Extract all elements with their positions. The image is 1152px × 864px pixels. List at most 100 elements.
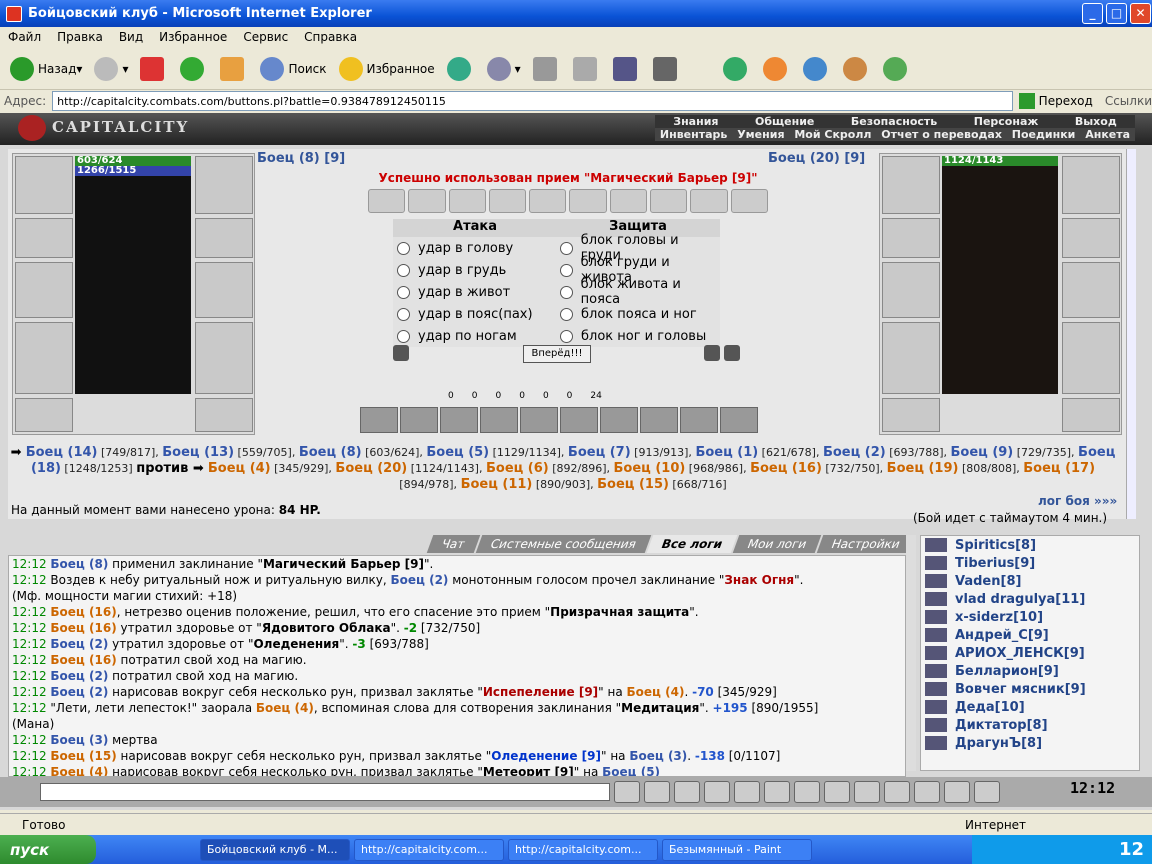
right-fighter-name[interactable]: Боец (20) [9] bbox=[768, 151, 865, 166]
user-row[interactable]: Vaden[8] bbox=[921, 572, 1139, 590]
save-button[interactable] bbox=[704, 781, 730, 803]
fighter-name[interactable]: Боец (17) bbox=[1023, 461, 1095, 476]
scroll-slot[interactable] bbox=[488, 189, 527, 213]
attack-option[interactable]: удар в пояс(пах) bbox=[393, 303, 557, 325]
forward-attack-button[interactable]: Вперёд!!! bbox=[523, 345, 591, 363]
fighter-name[interactable]: Боец (13) bbox=[162, 445, 234, 460]
game-submenu-item[interactable]: Поединки bbox=[1012, 128, 1076, 141]
action-button[interactable] bbox=[734, 781, 760, 803]
game-menu-item[interactable]: Выход bbox=[1075, 115, 1117, 128]
menu-item[interactable]: Правка bbox=[49, 30, 111, 44]
exit-button[interactable] bbox=[974, 781, 1000, 803]
research-button[interactable] bbox=[719, 52, 755, 86]
log-tab[interactable]: Чат bbox=[426, 535, 480, 553]
boots-slot[interactable] bbox=[195, 398, 253, 432]
at-button[interactable] bbox=[759, 52, 795, 86]
filter-button[interactable] bbox=[674, 781, 700, 803]
log-tab[interactable]: Настройки bbox=[816, 535, 916, 553]
taskbar-item[interactable]: Бойцовский клуб - М... bbox=[200, 838, 350, 861]
fighter-name[interactable]: Боец (20) bbox=[335, 461, 407, 476]
scroll-slot[interactable] bbox=[448, 189, 486, 213]
mail-button[interactable]: ▾ bbox=[483, 52, 525, 86]
user-name[interactable]: Диктатор[8] bbox=[955, 718, 1048, 733]
log-tab[interactable]: Мои логи bbox=[732, 535, 822, 553]
maximize-button[interactable]: □ bbox=[1106, 3, 1127, 24]
weapon-slot[interactable] bbox=[15, 262, 73, 318]
arena-scrollbar[interactable] bbox=[1126, 149, 1136, 519]
chat-input[interactable] bbox=[40, 783, 610, 801]
fighter-name[interactable]: Боец (6) bbox=[486, 461, 549, 476]
taskbar-item[interactable]: Безымянный - Paint bbox=[662, 838, 812, 861]
fighter-name[interactable]: Боец (9) bbox=[951, 445, 1014, 460]
trick-slot[interactable] bbox=[480, 407, 518, 433]
radio-button[interactable] bbox=[560, 241, 573, 255]
trick-slot[interactable] bbox=[640, 407, 678, 433]
defense-option[interactable]: блок ног и головы bbox=[556, 325, 720, 347]
trick-slot[interactable] bbox=[520, 407, 558, 433]
legs-slot[interactable] bbox=[195, 322, 253, 394]
fighter-name[interactable]: Боец (14) bbox=[26, 445, 98, 460]
trick-slot[interactable] bbox=[440, 407, 478, 433]
trick-slot[interactable] bbox=[400, 407, 438, 433]
user-row[interactable]: Вовчег мясник[9] bbox=[921, 680, 1139, 698]
log-tab[interactable]: Все логи bbox=[646, 535, 738, 553]
fighter-name[interactable]: Боец (19) bbox=[887, 461, 959, 476]
fighter-name[interactable]: Боец (5) bbox=[426, 445, 489, 460]
shield-slot[interactable] bbox=[195, 262, 253, 318]
messenger-button[interactable] bbox=[879, 52, 915, 86]
map-button[interactable] bbox=[764, 781, 790, 803]
discuss-button[interactable] bbox=[609, 52, 645, 86]
radio-button[interactable] bbox=[397, 285, 410, 299]
history-button[interactable] bbox=[443, 52, 479, 86]
user-name[interactable]: Деда[10] bbox=[955, 700, 1025, 715]
radio-button[interactable] bbox=[560, 307, 573, 321]
favorites-button[interactable]: Избранное bbox=[335, 52, 439, 86]
log-tab[interactable]: Системные сообщения bbox=[475, 535, 651, 553]
user-name[interactable]: ДрагунЪ[8] bbox=[955, 736, 1042, 751]
back-button[interactable]: Назад ▾ bbox=[6, 52, 86, 86]
user-name[interactable]: Белларион[9] bbox=[955, 664, 1059, 679]
translate-button[interactable] bbox=[839, 52, 875, 86]
attack-option[interactable]: удар в живот bbox=[393, 281, 557, 303]
refresh-battle-icon[interactable] bbox=[724, 345, 740, 361]
game-submenu-item[interactable]: Инвентарь bbox=[660, 128, 727, 141]
scroll-button[interactable] bbox=[914, 781, 940, 803]
clear-button[interactable] bbox=[644, 781, 670, 803]
close-button[interactable]: ✕ bbox=[1130, 3, 1151, 24]
defense-option[interactable]: блок пояса и ног bbox=[556, 303, 720, 325]
scroll-slot[interactable] bbox=[529, 189, 567, 213]
game-submenu-item[interactable]: Мой Скролл bbox=[794, 128, 871, 141]
smiley-button[interactable] bbox=[824, 781, 850, 803]
scroll-slot[interactable] bbox=[368, 189, 406, 213]
forward-button[interactable]: ▾ bbox=[90, 52, 132, 86]
armor-slot[interactable] bbox=[15, 322, 73, 394]
defense-option[interactable]: блок живота и пояса bbox=[556, 277, 720, 307]
user-row[interactable]: x-siderz[10] bbox=[921, 608, 1139, 626]
send-button[interactable] bbox=[614, 781, 640, 803]
links-label[interactable]: Ссылки bbox=[1105, 94, 1152, 108]
game-submenu-item[interactable]: Умения bbox=[737, 128, 784, 141]
user-name[interactable]: Вовчег мясник[9] bbox=[955, 682, 1086, 697]
user-name[interactable]: Tiberius[9] bbox=[955, 556, 1035, 571]
fighter-name[interactable]: Боец (7) bbox=[568, 445, 631, 460]
user-row[interactable]: vlad dragulya[11] bbox=[921, 590, 1139, 608]
attack-option[interactable]: удар по ногам bbox=[393, 325, 557, 347]
menu-item[interactable]: Сервис bbox=[235, 30, 296, 44]
fighter-name[interactable]: Боец (4) bbox=[208, 461, 271, 476]
user-row[interactable]: Белларион[9] bbox=[921, 662, 1139, 680]
download-button[interactable] bbox=[799, 52, 835, 86]
fighter-name[interactable]: Боец (15) bbox=[597, 477, 669, 492]
radio-button[interactable] bbox=[560, 285, 573, 299]
user-row[interactable]: ДрагунЪ[8] bbox=[921, 734, 1139, 752]
radio-button[interactable] bbox=[560, 329, 573, 343]
trick-slot[interactable] bbox=[360, 407, 398, 433]
belt-slot[interactable] bbox=[15, 398, 73, 432]
chat-settings-button[interactable] bbox=[854, 781, 880, 803]
trick-slot[interactable] bbox=[720, 407, 758, 433]
refresh-button[interactable] bbox=[176, 52, 212, 86]
battle-log-link[interactable]: лог боя »»» bbox=[1038, 494, 1117, 508]
menu-item[interactable]: Файл bbox=[0, 30, 49, 44]
trick-slot[interactable] bbox=[680, 407, 718, 433]
left-fighter-name[interactable]: Боец (8) [9] bbox=[257, 151, 345, 166]
hammer-button[interactable] bbox=[944, 781, 970, 803]
